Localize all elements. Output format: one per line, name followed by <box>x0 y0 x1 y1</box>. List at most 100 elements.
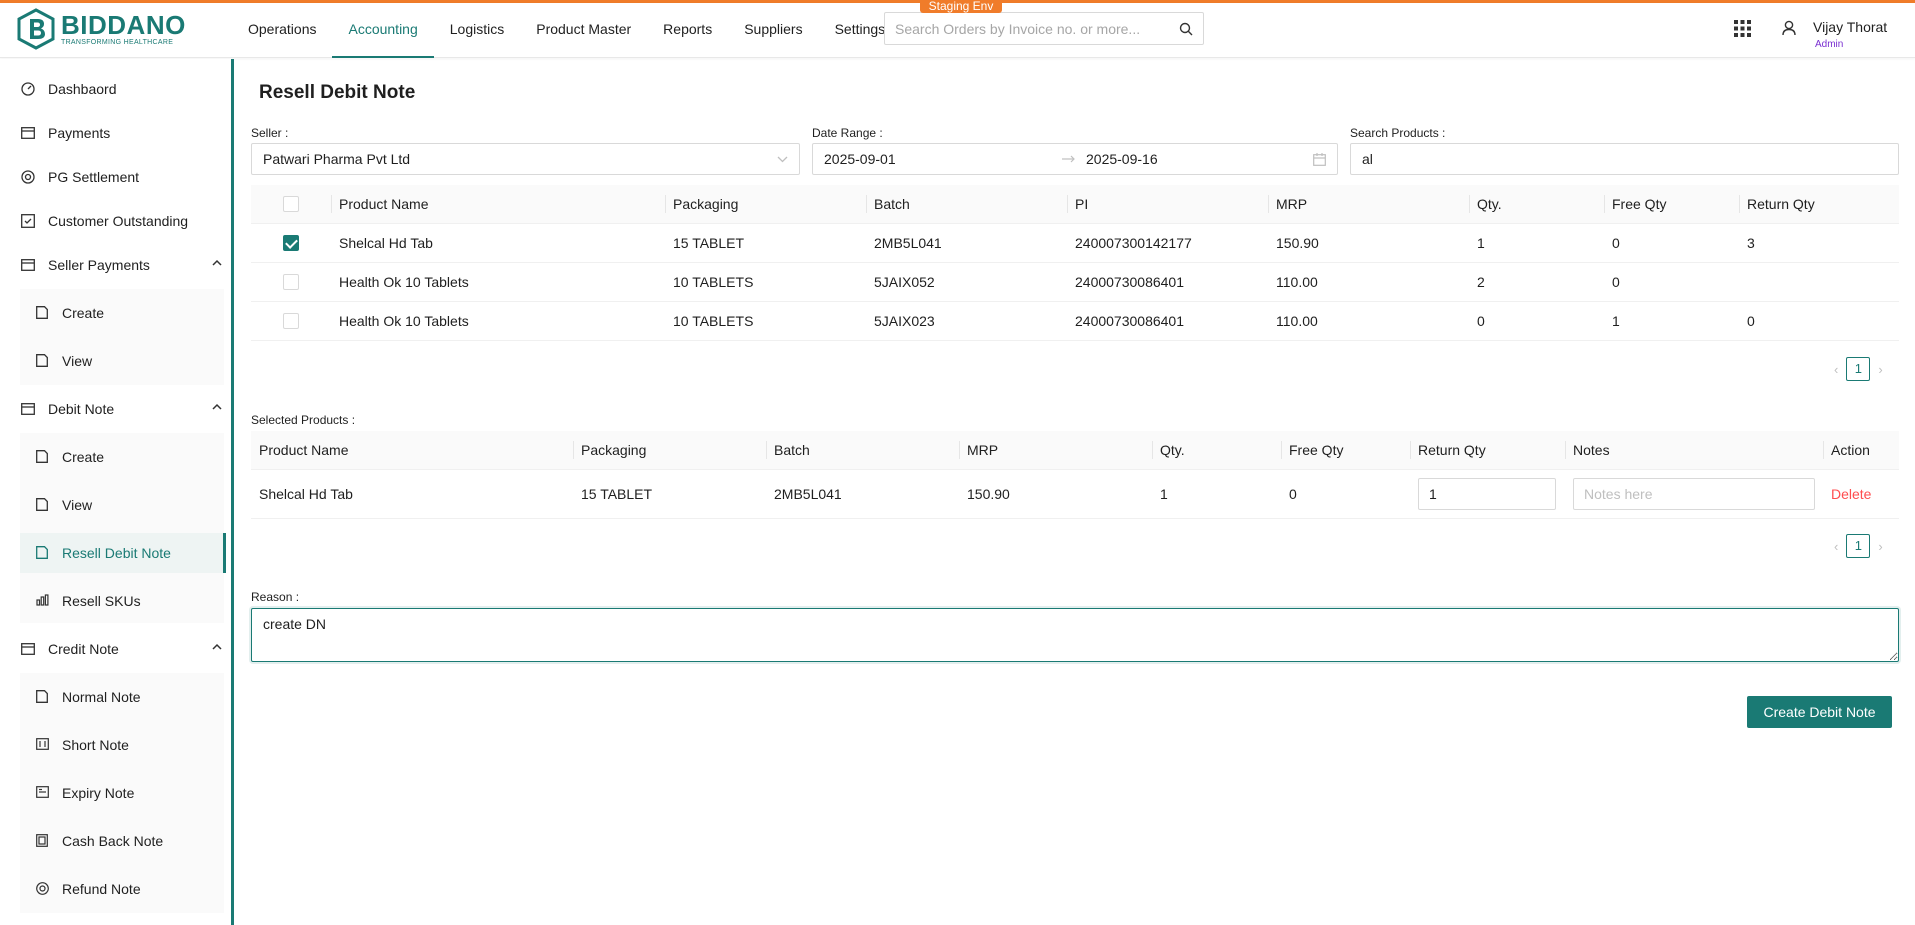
column-header: Product Name <box>331 185 665 224</box>
nav-reports[interactable]: Reports <box>647 3 728 58</box>
brand-logo[interactable]: BIDDANO TRANSFORMING HEALTHCARE <box>16 7 186 51</box>
chevron-up-icon[interactable] <box>212 403 222 411</box>
column-header: MRP <box>1268 185 1469 224</box>
nav-accounting[interactable]: Accounting <box>332 3 434 58</box>
bar-chart-icon <box>36 594 50 608</box>
sidebar-item-debit-note[interactable]: Debit Note <box>20 389 224 429</box>
date-to-input[interactable]: 2025-09-16 <box>1086 151 1313 167</box>
global-search <box>884 12 1204 45</box>
column-header: Batch <box>866 185 1067 224</box>
sidebar-item-label: Dashbaord <box>48 81 117 97</box>
reason-textarea[interactable]: create DN <box>251 608 1899 662</box>
chevron-up-icon[interactable] <box>212 259 222 267</box>
pagination-page-1[interactable]: 1 <box>1846 357 1871 381</box>
sidebar: Dashbaord Payments PG Settlement Custome… <box>0 59 234 925</box>
sidebar-item-seller-payments-create[interactable]: Create <box>36 293 224 333</box>
sidebar-item-debit-note-create[interactable]: Create <box>36 437 224 477</box>
seller-select[interactable]: Patwari Pharma Pvt Ltd <box>251 143 800 175</box>
cash-back-note-icon <box>36 834 50 848</box>
action-cell: Delete <box>1823 469 1899 519</box>
table-cell: 10 TABLETS <box>665 301 866 341</box>
column-header: Return Qty <box>1739 185 1899 224</box>
table-cell: 110.00 <box>1268 301 1469 341</box>
row-checkbox[interactable] <box>283 274 299 291</box>
table-row: Shelcal Hd Tab 15 TABLET 2MB5L041 150.90… <box>251 469 1899 519</box>
table-row[interactable]: Shelcal Hd Tab 15 TABLET 2MB5L041 240007… <box>251 223 1899 263</box>
column-header: Qty. <box>1152 431 1281 470</box>
select-all-checkbox[interactable] <box>283 196 299 213</box>
sidebar-item-credit-note[interactable]: Credit Note <box>20 629 224 669</box>
calendar-icon[interactable] <box>1313 152 1326 166</box>
date-from-input[interactable]: 2025-09-01 <box>824 151 1062 167</box>
sidebar-item-resell-skus[interactable]: Resell SKUs <box>36 581 224 621</box>
pagination-page-1[interactable]: 1 <box>1846 534 1871 558</box>
table-cell: 0 <box>1469 301 1604 341</box>
nav-operations[interactable]: Operations <box>232 3 332 58</box>
global-search-input[interactable] <box>895 20 1179 37</box>
page-icon <box>36 354 50 368</box>
sidebar-item-seller-payments[interactable]: Seller Payments <box>20 245 224 285</box>
sidebar-item-expiry-note[interactable]: Expiry Note <box>36 773 224 813</box>
sidebar-item-payments[interactable]: Payments <box>20 113 224 153</box>
products-pagination: ‹ 1 › <box>1834 357 1883 381</box>
search-products-label: Search Products : <box>1350 126 1446 140</box>
sidebar-item-short-note[interactable]: Short Note <box>36 725 224 765</box>
sidebar-item-label: Expiry Note <box>62 785 135 801</box>
sidebar-item-label: Create <box>62 305 105 321</box>
date-range-picker[interactable]: 2025-09-01 2025-09-16 <box>812 143 1338 175</box>
sidebar-item-resell-debit-note[interactable]: Resell Debit Note <box>20 533 226 573</box>
search-icon[interactable] <box>1179 22 1193 36</box>
table-cell: 1 <box>1152 469 1281 519</box>
return-qty-input[interactable] <box>1418 477 1556 510</box>
nav-logistics[interactable]: Logistics <box>434 3 520 58</box>
column-header: Qty. <box>1469 185 1604 224</box>
apps-grid-icon[interactable] <box>1734 20 1751 37</box>
sidebar-item-dashboard[interactable]: Dashbaord <box>20 69 224 109</box>
sidebar-item-debit-note-view[interactable]: View <box>36 485 224 525</box>
column-header: Free Qty <box>1281 431 1410 470</box>
table-row[interactable]: Health Ok 10 Tablets 10 TABLETS 5JAIX023… <box>251 301 1899 341</box>
sidebar-item-pg-settlement[interactable]: PG Settlement <box>20 157 224 197</box>
sidebar-item-cash-back-note[interactable]: Cash Back Note <box>36 821 224 861</box>
user-icon[interactable] <box>1782 20 1796 36</box>
sidebar-item-normal-note[interactable]: Normal Note <box>36 677 224 717</box>
chevron-up-icon[interactable] <box>212 643 222 651</box>
notes-input[interactable] <box>1573 477 1815 510</box>
short-note-icon <box>36 738 50 752</box>
create-debit-note-button[interactable]: Create Debit Note <box>1747 696 1892 728</box>
pagination-next-icon[interactable]: › <box>1878 362 1882 377</box>
table-header-row: Product Name Packaging Batch MRP Qty. Fr… <box>251 431 1899 470</box>
table-cell: 15 TABLET <box>665 223 866 263</box>
nav-product-master[interactable]: Product Master <box>520 3 647 58</box>
pg-settlement-icon <box>20 169 36 185</box>
products-table: Product Name Packaging Batch PI MRP Qty.… <box>251 185 1899 341</box>
nav-suppliers[interactable]: Suppliers <box>728 3 818 58</box>
user-name[interactable]: Vijay Thorat <box>1813 19 1887 35</box>
pagination-prev-icon[interactable]: ‹ <box>1834 539 1838 554</box>
row-checkbox[interactable] <box>283 235 299 252</box>
sidebar-item-label: Seller Payments <box>48 257 150 273</box>
sidebar-item-label: View <box>62 497 93 513</box>
table-cell: 2 <box>1469 262 1604 302</box>
brand-tagline: TRANSFORMING HEALTHCARE <box>61 39 174 46</box>
row-checkbox[interactable] <box>283 313 299 330</box>
sidebar-item-label: Cash Back Note <box>62 833 164 849</box>
sidebar-item-customer-outstanding[interactable]: Customer Outstanding <box>20 201 224 241</box>
main-nav: Operations Accounting Logistics Product … <box>232 3 901 58</box>
table-cell: Shelcal Hd Tab <box>331 223 665 263</box>
table-cell <box>1739 262 1899 302</box>
table-cell: 0 <box>1604 223 1739 263</box>
date-range-label: Date Range : <box>812 126 883 140</box>
column-header: Batch <box>766 431 959 470</box>
sidebar-item-refund-note[interactable]: Refund Note <box>36 869 224 909</box>
pagination-prev-icon[interactable]: ‹ <box>1834 362 1838 377</box>
pagination-next-icon[interactable]: › <box>1878 539 1882 554</box>
sidebar-item-seller-payments-view[interactable]: View <box>36 341 224 381</box>
delete-button[interactable]: Delete <box>1831 486 1871 502</box>
search-products-input[interactable]: al <box>1350 143 1899 175</box>
page-icon <box>36 690 50 704</box>
biddano-logo-icon <box>17 8 55 50</box>
table-row[interactable]: Health Ok 10 Tablets 10 TABLETS 5JAIX052… <box>251 262 1899 302</box>
sidebar-item-label: Resell SKUs <box>62 593 141 609</box>
staging-env-badge: Staging Env <box>920 0 1002 13</box>
